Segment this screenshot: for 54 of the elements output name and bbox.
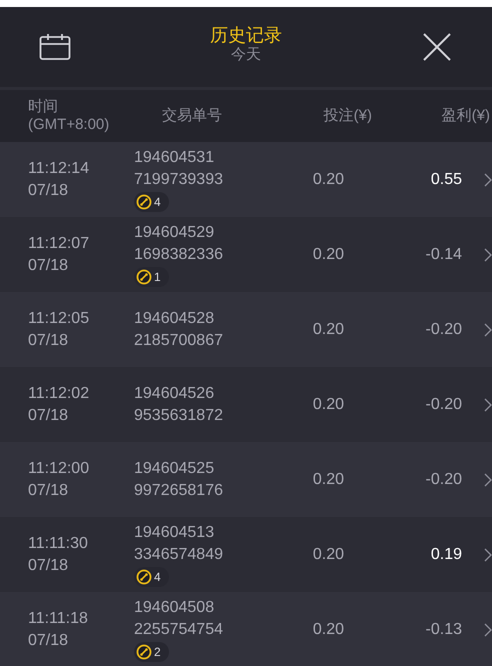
chevron-icon xyxy=(484,472,492,486)
history-row[interactable]: 11:11:18 07/18 194604508 2255754754 2 0.20 -0.13 xyxy=(0,592,492,666)
profit-cell-text: -0.20 xyxy=(424,470,462,490)
free-spin-badge: 4 xyxy=(134,192,169,212)
profit-cell-text: -0.20 xyxy=(424,320,462,340)
window-title: 历史记录 xyxy=(210,24,282,46)
time-cell-text: 11:12:00 07/18 xyxy=(28,458,90,500)
bet-cell-text: 0.20 xyxy=(312,170,344,190)
chevron-icon xyxy=(484,622,492,636)
time-cell-text: 11:11:30 07/18 xyxy=(28,534,89,576)
column-header: 盈利(¥) xyxy=(440,107,490,125)
order-id-cell-text: 194604531 7199739393 xyxy=(134,148,223,190)
calendar-icon[interactable] xyxy=(39,33,71,61)
bet-cell-text: 0.20 xyxy=(312,620,344,640)
chevron-icon xyxy=(484,548,492,562)
bet-cell-text: 0.20 xyxy=(312,320,344,340)
profit-cell-text: -0.20 xyxy=(424,394,462,414)
bet-cell-text: 0.20 xyxy=(312,544,344,564)
order-id-cell-text: 194604528 2185700867 xyxy=(134,308,223,350)
time-cell-text: 11:12:07 07/18 xyxy=(28,234,90,276)
history-row[interactable]: 11:12:00 07/18 194604525 9972658176 0.20 -0.20 xyxy=(0,442,492,517)
chevron-icon xyxy=(484,172,492,186)
bet-cell-text: 0.20 xyxy=(312,470,344,490)
history-row[interactable]: 11:12:02 07/18 194604526 9535631872 0.20 -0.20 xyxy=(0,367,492,442)
order-id-cell-text: 194604526 9535631872 xyxy=(134,384,223,426)
column-header: 交易单号 xyxy=(162,107,223,125)
bet-cell-text: 0.20 xyxy=(312,394,344,414)
profit-cell-text: 0.55 xyxy=(430,170,462,190)
column-header: 时间 (GMT+8:00) xyxy=(28,98,110,134)
column-header: 投注(¥) xyxy=(322,107,372,125)
order-id-cell-text: 194604529 1698382336 xyxy=(134,223,223,265)
order-id-cell-text: 194604508 2255754754 xyxy=(134,598,223,640)
time-cell-text: 11:12:05 07/18 xyxy=(28,308,90,350)
history-row[interactable]: 11:11:30 07/18 194604513 3346574849 4 0.20 0.19 xyxy=(0,517,492,592)
chevron-icon xyxy=(484,398,492,412)
chevron-icon xyxy=(484,248,492,262)
order-id-cell-text: 194604513 3346574849 xyxy=(134,523,223,565)
chevron-icon xyxy=(484,322,492,336)
free-spin-badge: 2 xyxy=(134,642,169,662)
free-spin-badge: 4 xyxy=(134,567,169,587)
history-row[interactable]: 11:12:05 07/18 194604528 2185700867 0.20 -0.20 xyxy=(0,292,492,367)
free-spin-badge: 1 xyxy=(134,267,169,287)
time-cell-text: 11:12:14 07/18 xyxy=(28,158,90,200)
close-icon[interactable] xyxy=(423,33,451,61)
history-row[interactable]: 11:12:14 07/18 194604531 7199739393 4 0.20 0.55 xyxy=(0,142,492,217)
profit-cell-text: -0.13 xyxy=(424,620,462,640)
bet-cell-text: 0.20 xyxy=(312,244,344,264)
profit-cell-text: 0.19 xyxy=(430,544,462,564)
history-row[interactable]: 11:12:07 07/18 194604529 1698382336 1 0.20 -0.14 xyxy=(0,217,492,292)
time-cell-text: 11:11:18 07/18 xyxy=(28,608,89,650)
order-id-cell-text: 194604525 9972658176 xyxy=(134,458,223,500)
time-cell-text: 11:12:02 07/18 xyxy=(28,384,90,426)
date-filter-label: 今天 xyxy=(231,46,261,64)
profit-cell-text: -0.14 xyxy=(424,244,462,264)
